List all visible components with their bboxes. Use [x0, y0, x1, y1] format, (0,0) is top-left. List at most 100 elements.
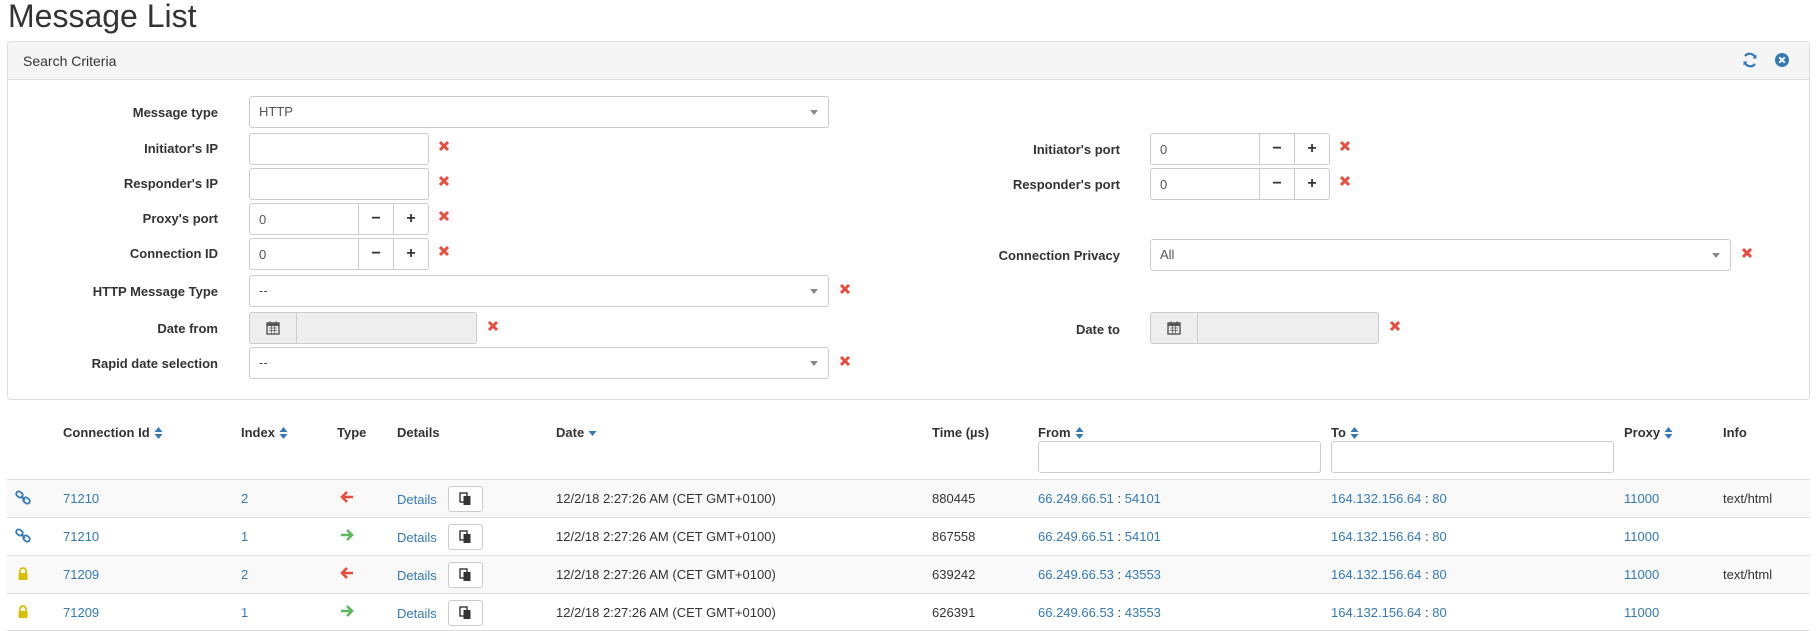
clear-connection-privacy-icon[interactable]	[1740, 246, 1754, 260]
clear-responder-ip-icon[interactable]	[437, 174, 451, 188]
to-port-link[interactable]: 80	[1432, 605, 1446, 620]
info-cell: text/html	[1723, 491, 1773, 506]
to-cell: 164.132.156.64 : 80	[1331, 491, 1447, 506]
from-port-link[interactable]: 54101	[1125, 529, 1161, 544]
col-header-date[interactable]: Date	[556, 425, 597, 440]
proxy-port-increment-button[interactable]: +	[393, 203, 429, 235]
from-filter-input[interactable]	[1038, 441, 1321, 473]
initiator-port-decrement-button[interactable]: −	[1259, 133, 1295, 165]
table-row: 71210 1 Details 12/2/18 2:27:26 AM (CET …	[7, 517, 1810, 555]
copy-button[interactable]	[448, 486, 483, 512]
close-circle-icon[interactable]	[1773, 51, 1791, 69]
to-ip-link[interactable]: 164.132.156.64	[1331, 605, 1421, 620]
proxy-port-decrement-button[interactable]: −	[358, 203, 394, 235]
date-cell: 12/2/18 2:27:26 AM (CET GMT+0100)	[556, 491, 776, 506]
sort-icon	[1664, 426, 1673, 439]
to-cell: 164.132.156.64 : 80	[1331, 529, 1447, 544]
message-type-select[interactable]: HTTP	[249, 96, 829, 128]
connection-id-increment-button[interactable]: +	[393, 238, 429, 270]
col-header-to[interactable]: To	[1331, 425, 1359, 440]
col-header-from[interactable]: From	[1038, 425, 1084, 440]
rapid-date-select[interactable]: --	[249, 347, 829, 379]
responder-port-increment-button[interactable]: +	[1294, 168, 1330, 200]
date-to-calendar-button[interactable]	[1150, 312, 1198, 344]
date-to-input[interactable]	[1198, 312, 1379, 344]
date-from-calendar-button[interactable]	[249, 312, 297, 344]
calendar-icon	[266, 321, 280, 335]
connection-id-link[interactable]: 71210	[63, 491, 99, 506]
from-ip-link[interactable]: 66.249.66.53	[1038, 567, 1114, 582]
from-port-link[interactable]: 54101	[1125, 491, 1161, 506]
to-ip-link[interactable]: 164.132.156.64	[1331, 529, 1421, 544]
time-cell: 867558	[932, 529, 976, 544]
col-header-label: Date	[556, 425, 585, 440]
from-ip-link[interactable]: 66.249.66.51	[1038, 491, 1114, 506]
copy-button[interactable]	[448, 524, 483, 550]
clear-date-to-icon[interactable]	[1388, 319, 1402, 333]
copy-icon	[459, 530, 471, 543]
clear-initiator-ip-icon[interactable]	[437, 139, 451, 153]
responder-ip-input[interactable]	[249, 168, 429, 200]
port-separator: :	[1421, 567, 1433, 582]
clear-responder-port-icon[interactable]	[1338, 174, 1352, 188]
proxy-link[interactable]: 11000	[1624, 605, 1659, 620]
port-separator: :	[1421, 529, 1433, 544]
index-link[interactable]: 2	[241, 567, 248, 582]
clear-http-message-type-icon[interactable]	[838, 282, 852, 296]
to-ip-link[interactable]: 164.132.156.64	[1331, 491, 1421, 506]
proxy-link[interactable]: 11000	[1624, 529, 1659, 544]
index-link[interactable]: 1	[241, 529, 248, 544]
port-separator: :	[1113, 529, 1125, 544]
proxy-link[interactable]: 11000	[1624, 567, 1659, 582]
date-from-input[interactable]	[297, 312, 477, 344]
chevron-down-icon	[810, 110, 818, 115]
to-port-link[interactable]: 80	[1432, 491, 1446, 506]
details-link[interactable]: Details	[397, 492, 437, 507]
clear-connection-id-icon[interactable]	[437, 244, 451, 258]
copy-button[interactable]	[448, 600, 483, 626]
initiator-port-increment-button[interactable]: +	[1294, 133, 1330, 165]
http-message-type-select[interactable]: --	[249, 275, 829, 307]
connection-id-link[interactable]: 71209	[63, 567, 99, 582]
initiator-port-input[interactable]	[1150, 133, 1260, 165]
responder-port-input[interactable]	[1150, 168, 1260, 200]
clear-date-from-icon[interactable]	[486, 319, 500, 333]
copy-button[interactable]	[448, 562, 483, 588]
to-port-link[interactable]: 80	[1432, 567, 1446, 582]
date-cell: 12/2/18 2:27:26 AM (CET GMT+0100)	[556, 567, 776, 582]
initiator-ip-label: Initiator's IP	[144, 141, 218, 156]
from-port-link[interactable]: 43553	[1125, 605, 1161, 620]
details-link[interactable]: Details	[397, 568, 437, 583]
index-link[interactable]: 2	[241, 491, 248, 506]
to-port-link[interactable]: 80	[1432, 529, 1446, 544]
col-header-info: Info	[1723, 425, 1747, 440]
connection-id-decrement-button[interactable]: −	[358, 238, 394, 270]
panel-heading: Search Criteria	[8, 42, 1809, 80]
refresh-icon[interactable]	[1741, 51, 1759, 69]
connection-id-link[interactable]: 71209	[63, 605, 99, 620]
clear-initiator-port-icon[interactable]	[1338, 139, 1352, 153]
index-link[interactable]: 1	[241, 605, 248, 620]
from-port-link[interactable]: 43553	[1125, 567, 1161, 582]
from-ip-link[interactable]: 66.249.66.53	[1038, 605, 1114, 620]
from-ip-link[interactable]: 66.249.66.51	[1038, 529, 1114, 544]
clear-proxy-port-icon[interactable]	[437, 209, 451, 223]
connection-id-input[interactable]	[249, 238, 359, 270]
table-row: 71209 2 Details 12/2/18 2:27:26 AM (CET …	[7, 555, 1810, 593]
proxy-link[interactable]: 11000	[1624, 491, 1659, 506]
initiator-ip-input[interactable]	[249, 133, 429, 165]
connection-id-link[interactable]: 71210	[63, 529, 99, 544]
col-header-index[interactable]: Index	[241, 425, 288, 440]
col-header-proxy[interactable]: Proxy	[1624, 425, 1673, 440]
clear-rapid-date-icon[interactable]	[838, 354, 852, 368]
col-header-label: Info	[1723, 425, 1747, 440]
from-cell: 66.249.66.51 : 54101	[1038, 491, 1161, 506]
to-filter-input[interactable]	[1331, 441, 1614, 473]
connection-privacy-select[interactable]: All	[1150, 239, 1731, 271]
responder-port-decrement-button[interactable]: −	[1259, 168, 1295, 200]
details-link[interactable]: Details	[397, 530, 437, 545]
details-link[interactable]: Details	[397, 606, 437, 621]
col-header-connection-id[interactable]: Connection Id	[63, 425, 163, 440]
proxy-port-input[interactable]	[249, 203, 359, 235]
to-ip-link[interactable]: 164.132.156.64	[1331, 567, 1421, 582]
